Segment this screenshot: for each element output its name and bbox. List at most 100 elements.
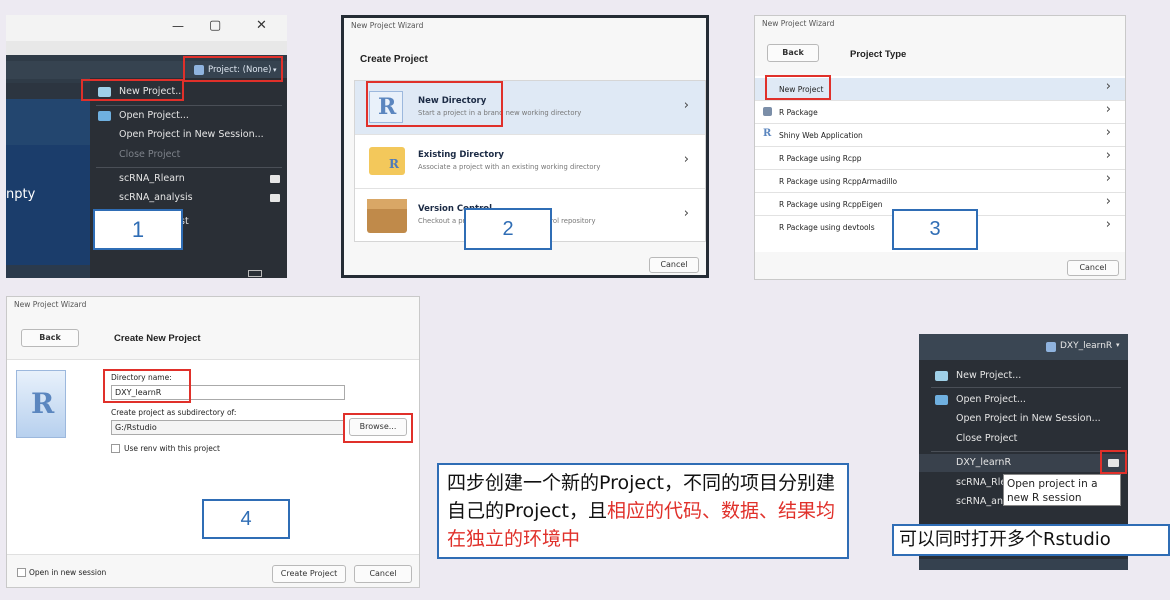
- shiny-icon: R: [763, 128, 772, 139]
- highlight-new-session-icon: [1100, 450, 1127, 474]
- chevron-right-icon: ›: [1105, 194, 1111, 209]
- type-item-label: R Package using Rcpp: [779, 154, 862, 163]
- type-item-rcpp[interactable]: R Package using Rcpp ›: [755, 147, 1125, 170]
- chevron-right-icon: ›: [1105, 102, 1111, 117]
- subdirectory-input[interactable]: G:/Rstudio: [111, 420, 345, 435]
- menu-divider: [96, 105, 282, 106]
- restore-icon[interactable]: ▢: [209, 18, 221, 33]
- explanation-note: 四步创建一个新的Project，不同的项目分别建自己的Project，且相应的代…: [437, 463, 849, 559]
- highlight-project-button: [183, 56, 283, 82]
- use-renv-checkbox[interactable]: [111, 444, 120, 453]
- status-strip: [919, 559, 1128, 570]
- back-button-label: Back: [782, 48, 804, 57]
- menu-item-open-project[interactable]: Open Project...: [919, 391, 1026, 409]
- open-new-session-checkbox[interactable]: [17, 568, 26, 577]
- type-item-shiny[interactable]: R Shiny Web Application ›: [755, 124, 1125, 147]
- box-lid: [367, 199, 407, 209]
- caption: 可以同时打开多个Rstudio: [892, 524, 1170, 556]
- menu-item-label: scRNA_Rle: [956, 477, 1007, 488]
- menu-item-recent-1[interactable]: scRNA_Rlearn: [90, 170, 287, 188]
- chevron-right-icon: ›: [683, 152, 689, 167]
- menu-item-label: DXY_learnR: [956, 457, 1012, 468]
- highlight-directory-name: [103, 369, 191, 403]
- pane-header: [6, 99, 90, 145]
- option-existing-directory[interactable]: R Existing Directory Associate a project…: [355, 135, 705, 189]
- menu-item-label: Open Project...: [956, 394, 1026, 405]
- option-title: Existing Directory: [418, 150, 504, 160]
- menu-item-recent-2[interactable]: scRNA_Rle: [919, 474, 1006, 492]
- cancel-button[interactable]: Cancel: [649, 257, 699, 273]
- menu-item-label: Open Project in New Session...: [956, 413, 1101, 424]
- cancel-button[interactable]: Cancel: [354, 565, 412, 583]
- chevron-right-icon: ›: [1105, 79, 1111, 94]
- menu-item-new-project[interactable]: New Project...: [919, 367, 1021, 385]
- pane-toggle-icon[interactable]: [248, 270, 262, 277]
- back-button[interactable]: Back: [21, 329, 79, 347]
- menu-item-label: scRNA_ana: [956, 496, 1009, 507]
- menu-item-recent-2[interactable]: scRNA_analysis: [90, 189, 287, 207]
- menu-item-close-project: Close Project: [90, 146, 180, 164]
- menu-item-label: Close Project: [956, 433, 1018, 444]
- menu-item-label: New Project...: [956, 370, 1022, 381]
- open-new-session-label: Open in new session: [29, 568, 107, 577]
- type-item-label: R Package using RcppEigen: [779, 200, 883, 209]
- menu-divider: [931, 387, 1121, 388]
- type-item-label: R Package using RcppArmadillo: [779, 177, 898, 186]
- menu-item-open-project[interactable]: Open Project...: [90, 107, 189, 125]
- create-project-button[interactable]: Create Project: [272, 565, 346, 583]
- step-label-2: 2: [464, 208, 552, 250]
- close-icon[interactable]: ✕: [256, 18, 267, 33]
- menu-item-label: Open Project...: [119, 110, 189, 121]
- chevron-right-icon: ›: [683, 98, 689, 113]
- chevron-down-icon: ▾: [1116, 341, 1120, 349]
- type-item-rcpparmadillo[interactable]: R Package using RcppArmadillo ›: [755, 170, 1125, 193]
- highlight-new-directory: [366, 81, 503, 127]
- wizard-title: New Project Wizard: [14, 300, 87, 309]
- wizard-title: New Project Wizard: [762, 19, 835, 28]
- console-text: npty: [6, 187, 36, 202]
- type-item-r-package[interactable]: R Package ›: [755, 101, 1125, 124]
- create-project-wizard: New Project Wizard Create Project R New …: [341, 15, 709, 278]
- page-title: Create New Project: [114, 333, 201, 344]
- menu-item-label: Open Project in New Session...: [119, 129, 264, 140]
- open-project-icon: [98, 111, 111, 121]
- project-icon: [1046, 342, 1056, 352]
- minimize-icon[interactable]: —: [172, 19, 184, 33]
- highlight-browse: [343, 413, 413, 443]
- type-item-label: Shiny Web Application: [779, 131, 863, 140]
- chevron-right-icon: ›: [1105, 217, 1111, 232]
- option-desc: Associate a project with an existing wor…: [418, 163, 601, 171]
- menu-item-close-project[interactable]: Close Project: [919, 430, 1017, 448]
- menu-item-recent-3[interactable]: scRNA_ana: [919, 493, 1009, 511]
- project-type-wizard: New Project Wizard Back Project Type New…: [754, 15, 1126, 280]
- use-renv-label: Use renv with this project: [124, 444, 220, 453]
- step-label-4: 4: [202, 499, 290, 539]
- r-project-icon: R: [16, 370, 66, 438]
- menu-item-open-new-session[interactable]: Open Project in New Session...: [919, 410, 1101, 428]
- tooltip: Open project in a new R session: [1003, 474, 1121, 506]
- chevron-right-icon: ›: [1105, 125, 1111, 140]
- menu-item-label: scRNA_analysis: [119, 192, 193, 203]
- back-button[interactable]: Back: [767, 44, 819, 62]
- menu-divider: [96, 167, 282, 168]
- menu-item-open-new-session[interactable]: Open Project in New Session...: [90, 126, 264, 144]
- open-in-new-session-icon[interactable]: [270, 194, 280, 202]
- highlight-new-project: [81, 79, 184, 101]
- project-button-label[interactable]: DXY_learnR: [1060, 341, 1112, 351]
- window-titlebar: — ▢ ✕: [6, 15, 287, 41]
- type-item-label: R Package using devtools: [779, 223, 875, 232]
- menu-item-label: scRNA_Rlearn: [119, 173, 185, 184]
- open-project-icon: [935, 395, 948, 405]
- toolbar: DXY_learnR ▾: [919, 334, 1128, 360]
- type-item-label: R Package: [779, 108, 818, 117]
- back-button-label: Back: [39, 333, 61, 342]
- subdirectory-label: Create project as subdirectory of:: [111, 408, 237, 417]
- console-area: npty: [6, 145, 96, 265]
- highlight-new-project: [765, 75, 831, 100]
- menu-divider: [931, 451, 1121, 452]
- cancel-button[interactable]: Cancel: [1067, 260, 1119, 276]
- menu-item-recent-1[interactable]: DXY_learnR: [919, 454, 1128, 472]
- open-in-new-session-icon[interactable]: [270, 175, 280, 183]
- page-title: Create Project: [360, 54, 428, 65]
- wizard-title: New Project Wizard: [351, 21, 424, 30]
